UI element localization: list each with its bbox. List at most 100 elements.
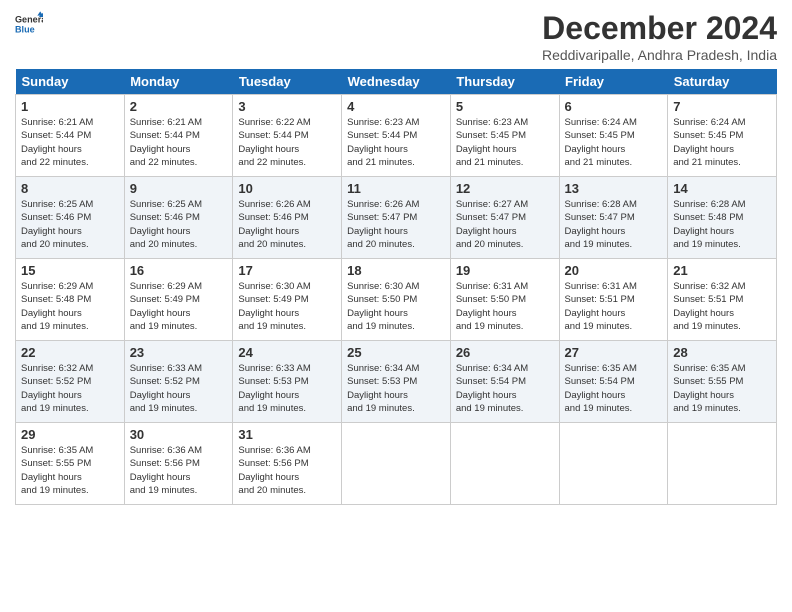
day-number: 24	[238, 345, 336, 360]
calendar-cell: 4 Sunrise: 6:23 AMSunset: 5:44 PMDaylight…	[342, 95, 451, 177]
day-number: 1	[21, 99, 119, 114]
day-info: Sunrise: 6:27 AMSunset: 5:47 PMDaylight …	[456, 198, 554, 251]
calendar-cell: 15 Sunrise: 6:29 AMSunset: 5:48 PMDayligh…	[16, 259, 125, 341]
day-info: Sunrise: 6:28 AMSunset: 5:48 PMDaylight …	[673, 198, 771, 251]
day-number: 2	[130, 99, 228, 114]
calendar-cell: 6 Sunrise: 6:24 AMSunset: 5:45 PMDaylight…	[559, 95, 668, 177]
day-info: Sunrise: 6:35 AMSunset: 5:54 PMDaylight …	[565, 362, 663, 415]
calendar-cell: 18 Sunrise: 6:30 AMSunset: 5:50 PMDayligh…	[342, 259, 451, 341]
calendar-cell: 20 Sunrise: 6:31 AMSunset: 5:51 PMDayligh…	[559, 259, 668, 341]
calendar-cell: 30Sunrise: 6:36 AMSunset: 5:56 PMDayligh…	[124, 423, 233, 505]
day-number: 9	[130, 181, 228, 196]
day-number: 7	[673, 99, 771, 114]
calendar-cell: 28 Sunrise: 6:35 AMSunset: 5:55 PMDayligh…	[668, 341, 777, 423]
header-wednesday: Wednesday	[342, 69, 451, 95]
day-number: 15	[21, 263, 119, 278]
day-info: Sunrise: 6:33 AMSunset: 5:53 PMDaylight …	[238, 362, 336, 415]
day-number: 26	[456, 345, 554, 360]
calendar-cell: 12Sunrise: 6:27 AMSunset: 5:47 PMDayligh…	[450, 177, 559, 259]
calendar-cell: 31 Sunrise: 6:36 AMSunset: 5:56 PMDayligh…	[233, 423, 342, 505]
calendar-cell: 13 Sunrise: 6:28 AMSunset: 5:47 PMDayligh…	[559, 177, 668, 259]
calendar-table: Sunday Monday Tuesday Wednesday Thursday…	[15, 69, 777, 505]
header-tuesday: Tuesday	[233, 69, 342, 95]
calendar-week-row: 15 Sunrise: 6:29 AMSunset: 5:48 PMDayligh…	[16, 259, 777, 341]
day-info: Sunrise: 6:29 AMSunset: 5:49 PMDaylight …	[130, 280, 228, 333]
calendar-cell: 22 Sunrise: 6:32 AMSunset: 5:52 PMDayligh…	[16, 341, 125, 423]
day-number: 23	[130, 345, 228, 360]
day-number: 29	[21, 427, 119, 442]
day-info: Sunrise: 6:23 AMSunset: 5:44 PMDaylight …	[347, 116, 445, 169]
day-info: Sunrise: 6:33 AMSunset: 5:52 PMDaylight …	[130, 362, 228, 415]
header-saturday: Saturday	[668, 69, 777, 95]
day-info: Sunrise: 6:32 AMSunset: 5:52 PMDaylight …	[21, 362, 119, 415]
day-info: Sunrise: 6:30 AMSunset: 5:50 PMDaylight …	[347, 280, 445, 333]
calendar-cell: 24 Sunrise: 6:33 AMSunset: 5:53 PMDayligh…	[233, 341, 342, 423]
day-info: Sunrise: 6:28 AMSunset: 5:47 PMDaylight …	[565, 198, 663, 251]
day-info: Sunrise: 6:29 AMSunset: 5:48 PMDaylight …	[21, 280, 119, 333]
day-info: Sunrise: 6:35 AMSunset: 5:55 PMDaylight …	[21, 444, 119, 497]
calendar-cell: 25 Sunrise: 6:34 AMSunset: 5:53 PMDayligh…	[342, 341, 451, 423]
day-info: Sunrise: 6:36 AMSunset: 5:56 PMDaylight …	[238, 444, 336, 497]
calendar-cell: 7 Sunrise: 6:24 AMSunset: 5:45 PMDaylight…	[668, 95, 777, 177]
day-info: Sunrise: 6:21 AMSunset: 5:44 PMDaylight …	[21, 116, 119, 169]
calendar-cell: 29 Sunrise: 6:35 AMSunset: 5:55 PMDayligh…	[16, 423, 125, 505]
day-number: 4	[347, 99, 445, 114]
day-number: 18	[347, 263, 445, 278]
calendar-cell: 26 Sunrise: 6:34 AMSunset: 5:54 PMDayligh…	[450, 341, 559, 423]
calendar-cell	[342, 423, 451, 505]
weekday-header-row: Sunday Monday Tuesday Wednesday Thursday…	[16, 69, 777, 95]
header-sunday: Sunday	[16, 69, 125, 95]
day-number: 28	[673, 345, 771, 360]
day-info: Sunrise: 6:30 AMSunset: 5:49 PMDaylight …	[238, 280, 336, 333]
day-number: 20	[565, 263, 663, 278]
day-info: Sunrise: 6:25 AMSunset: 5:46 PMDaylight …	[21, 198, 119, 251]
day-number: 22	[21, 345, 119, 360]
day-info: Sunrise: 6:26 AMSunset: 5:47 PMDaylight …	[347, 198, 445, 251]
logo-icon: General Blue	[15, 10, 43, 38]
main-container: General Blue December 2024 Reddivaripall…	[0, 0, 792, 515]
calendar-cell: 3Sunrise: 6:22 AMSunset: 5:44 PMDaylight…	[233, 95, 342, 177]
header-monday: Monday	[124, 69, 233, 95]
day-number: 11	[347, 181, 445, 196]
day-info: Sunrise: 6:23 AMSunset: 5:45 PMDaylight …	[456, 116, 554, 169]
day-number: 27	[565, 345, 663, 360]
day-number: 31	[238, 427, 336, 442]
header: General Blue December 2024 Reddivaripall…	[15, 10, 777, 63]
calendar-cell: 17 Sunrise: 6:30 AMSunset: 5:49 PMDayligh…	[233, 259, 342, 341]
day-number: 30	[130, 427, 228, 442]
header-thursday: Thursday	[450, 69, 559, 95]
day-info: Sunrise: 6:34 AMSunset: 5:54 PMDaylight …	[456, 362, 554, 415]
day-info: Sunrise: 6:34 AMSunset: 5:53 PMDaylight …	[347, 362, 445, 415]
day-number: 8	[21, 181, 119, 196]
calendar-cell: 1 Sunrise: 6:21 AMSunset: 5:44 PMDaylight…	[16, 95, 125, 177]
calendar-cell: 2 Sunrise: 6:21 AMSunset: 5:44 PMDaylight…	[124, 95, 233, 177]
calendar-week-row: 29 Sunrise: 6:35 AMSunset: 5:55 PMDayligh…	[16, 423, 777, 505]
location: Reddivaripalle, Andhra Pradesh, India	[542, 47, 777, 63]
day-info: Sunrise: 6:21 AMSunset: 5:44 PMDaylight …	[130, 116, 228, 169]
day-number: 13	[565, 181, 663, 196]
day-number: 25	[347, 345, 445, 360]
day-number: 5	[456, 99, 554, 114]
calendar-cell: 19Sunrise: 6:31 AMSunset: 5:50 PMDayligh…	[450, 259, 559, 341]
day-number: 17	[238, 263, 336, 278]
day-info: Sunrise: 6:31 AMSunset: 5:51 PMDaylight …	[565, 280, 663, 333]
day-info: Sunrise: 6:24 AMSunset: 5:45 PMDaylight …	[673, 116, 771, 169]
title-block: December 2024 Reddivaripalle, Andhra Pra…	[542, 10, 777, 63]
day-info: Sunrise: 6:24 AMSunset: 5:45 PMDaylight …	[565, 116, 663, 169]
day-number: 14	[673, 181, 771, 196]
calendar-cell: 14 Sunrise: 6:28 AMSunset: 5:48 PMDayligh…	[668, 177, 777, 259]
logo: General Blue	[15, 10, 46, 38]
day-info: Sunrise: 6:22 AMSunset: 5:44 PMDaylight …	[238, 116, 336, 169]
calendar-cell: 8 Sunrise: 6:25 AMSunset: 5:46 PMDaylight…	[16, 177, 125, 259]
calendar-cell	[668, 423, 777, 505]
day-number: 16	[130, 263, 228, 278]
day-number: 6	[565, 99, 663, 114]
calendar-cell: 21Sunrise: 6:32 AMSunset: 5:51 PMDayligh…	[668, 259, 777, 341]
svg-text:General: General	[15, 15, 43, 25]
day-number: 10	[238, 181, 336, 196]
month-title: December 2024	[542, 10, 777, 47]
day-info: Sunrise: 6:32 AMSunset: 5:51 PMDaylight …	[673, 280, 771, 333]
calendar-cell: 9Sunrise: 6:25 AMSunset: 5:46 PMDaylight…	[124, 177, 233, 259]
day-info: Sunrise: 6:35 AMSunset: 5:55 PMDaylight …	[673, 362, 771, 415]
day-number: 19	[456, 263, 554, 278]
